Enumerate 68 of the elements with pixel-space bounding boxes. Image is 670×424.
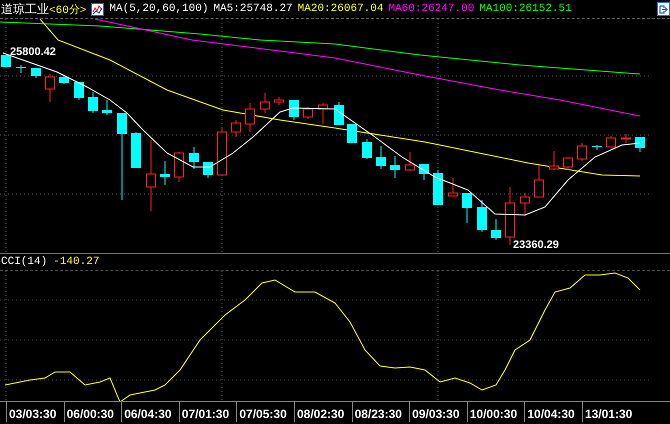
time-axis-label: 08/23:30 xyxy=(352,402,410,422)
candlestick xyxy=(31,68,41,78)
candlestick xyxy=(577,142,587,162)
moving-average-value: MA100:26152.51 xyxy=(479,3,572,15)
moving-average-value: MA20:26067.04 xyxy=(298,3,384,15)
candlestick xyxy=(203,162,213,178)
candlestick xyxy=(362,138,372,160)
time-axis-label: 09/03:30 xyxy=(409,402,467,422)
chart-icon[interactable] xyxy=(91,2,104,16)
candlestick xyxy=(419,164,429,180)
candlestick xyxy=(376,146,386,170)
candlestick xyxy=(635,136,645,152)
time-axis-label: 06/00:30 xyxy=(64,402,122,422)
exit-button[interactable] xyxy=(657,2,670,16)
moving-average-value: MA60:26247.00 xyxy=(388,3,474,15)
candlestick xyxy=(260,92,270,114)
candlestick xyxy=(102,100,112,116)
candlestick xyxy=(146,140,156,212)
candlestick xyxy=(59,76,69,84)
candlestick xyxy=(462,192,472,224)
candlestick xyxy=(405,152,415,172)
candlestick xyxy=(231,120,241,138)
time-axis-label: 06/04:30 xyxy=(121,402,179,422)
candlestick xyxy=(334,102,344,126)
candlestick xyxy=(189,146,199,170)
candlestick xyxy=(448,178,458,196)
candlestick xyxy=(477,200,487,232)
low-price-label: 23360.29 xyxy=(513,239,559,252)
cci-value: -140.27 xyxy=(53,256,100,268)
candlestick xyxy=(318,102,328,124)
candlestick xyxy=(534,164,544,198)
candlestick xyxy=(303,106,313,120)
candlestick xyxy=(606,136,616,148)
cci-label: CCI(14) xyxy=(1,256,48,268)
time-axis-label: 13/01:30 xyxy=(582,402,640,422)
high-price-label: 25800.42 xyxy=(10,46,56,59)
candlestick xyxy=(245,102,255,132)
time-axis-label: 10/04:30 xyxy=(524,402,582,422)
candlestick xyxy=(347,124,357,144)
candlestick xyxy=(289,100,299,120)
instrument-title: 道琼工业 xyxy=(1,0,49,18)
candlestick xyxy=(174,152,184,182)
candlestick xyxy=(88,92,98,114)
candlestick xyxy=(621,134,631,144)
candlestick xyxy=(45,74,55,102)
candlestick xyxy=(390,156,400,178)
candlestick xyxy=(563,156,573,170)
period-label: <60分> xyxy=(49,3,86,16)
candlestick xyxy=(1,54,11,68)
candlestick xyxy=(160,160,170,186)
candlestick xyxy=(520,192,530,216)
candlestick xyxy=(592,144,602,150)
time-axis-label: 07/01:30 xyxy=(178,402,236,422)
indicator-label: MA(5,20,60,100) xyxy=(109,3,208,15)
exit-icon xyxy=(659,4,668,14)
candlestick xyxy=(505,186,515,246)
moving-average-value: MA5:25748.27 xyxy=(213,3,293,15)
candlestick xyxy=(549,150,559,170)
time-axis-label: 08/02:30 xyxy=(294,402,352,422)
candlestick xyxy=(217,126,227,176)
candlestick xyxy=(74,82,84,100)
time-axis-label: 10/00:30 xyxy=(466,402,524,422)
time-axis-label: 03/03:30 xyxy=(6,402,64,422)
candlestick xyxy=(491,218,501,240)
candlestick xyxy=(16,64,26,74)
candlestick xyxy=(433,170,443,206)
candlestick xyxy=(131,132,141,168)
time-axis-label: 07/05:30 xyxy=(236,402,294,422)
